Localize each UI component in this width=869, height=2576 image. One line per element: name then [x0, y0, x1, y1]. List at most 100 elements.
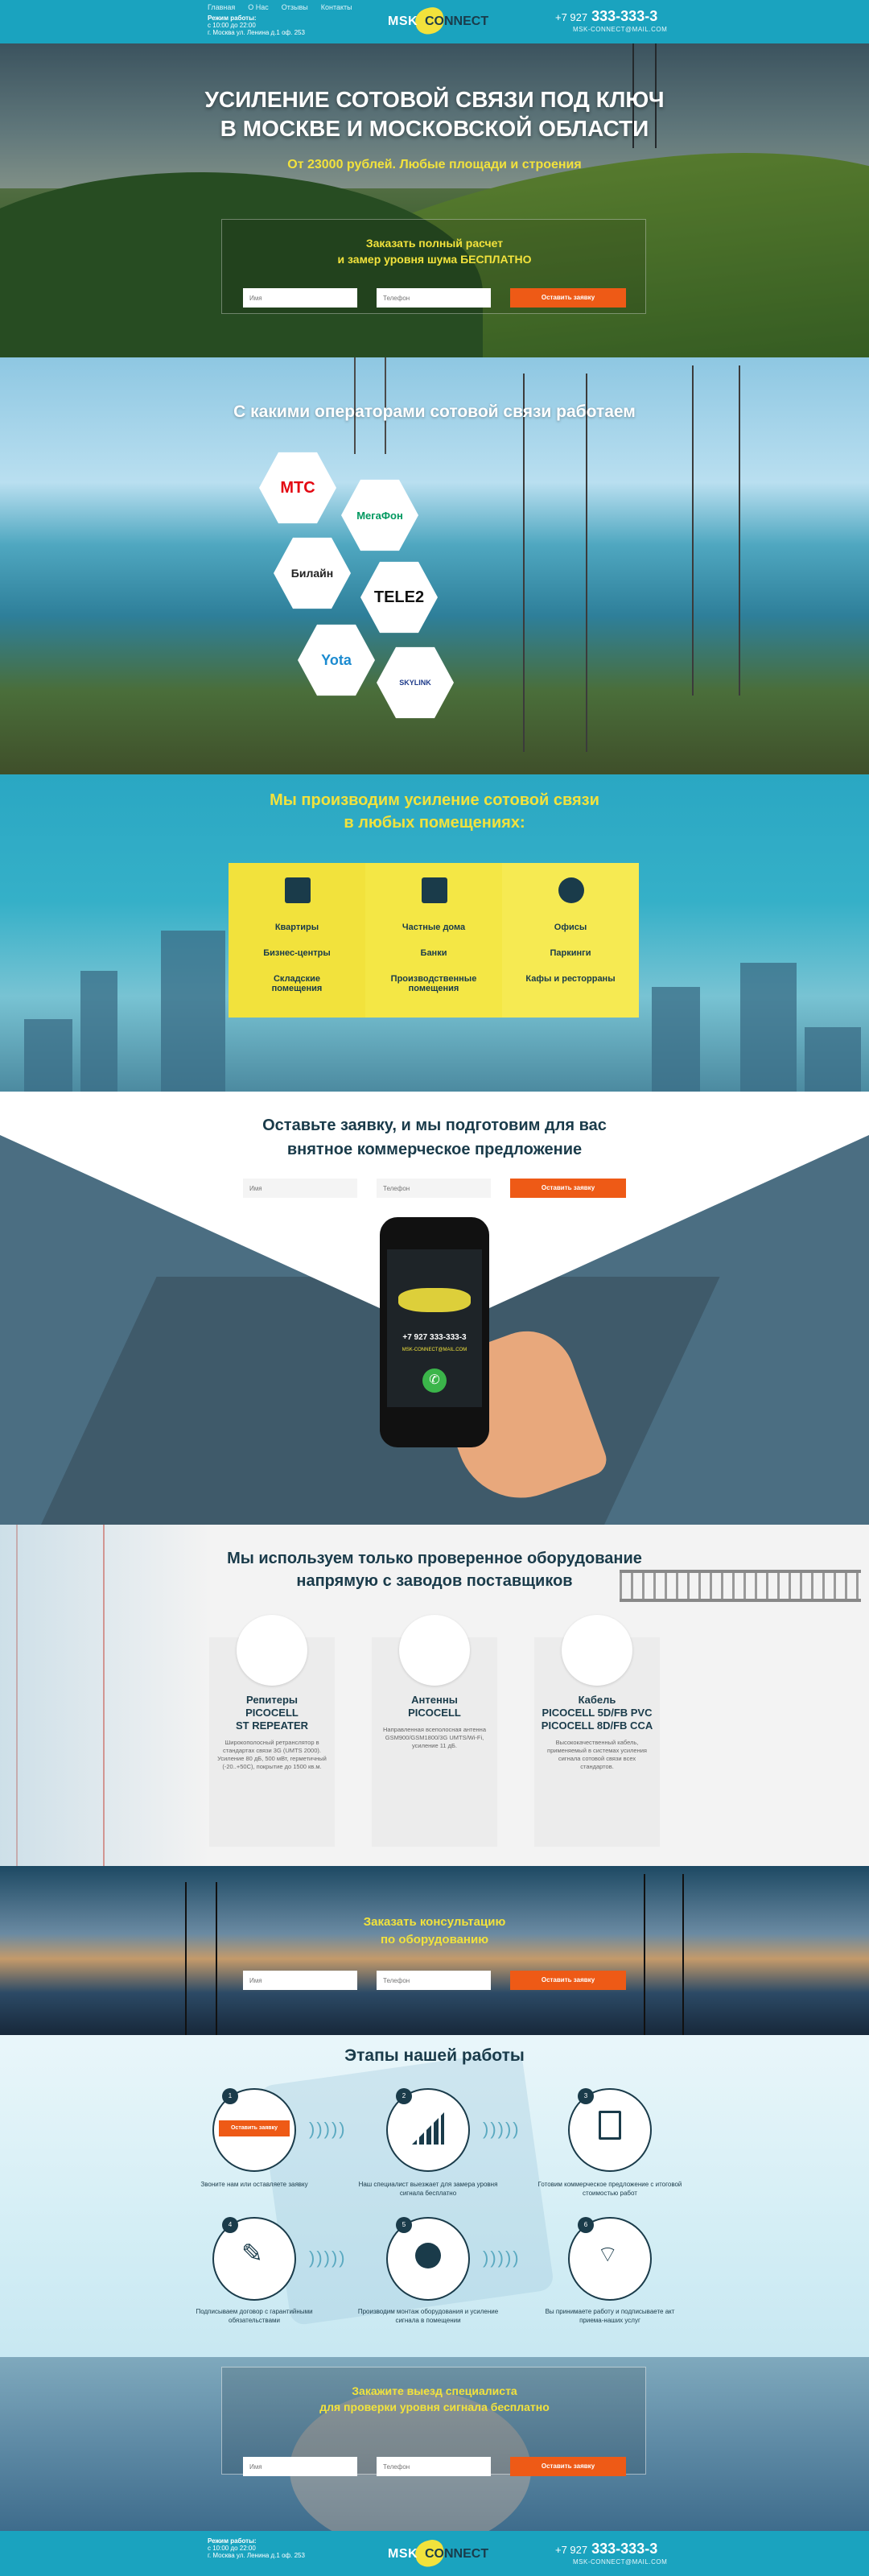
premises-title-line1: Мы производим усиление сотовой связи: [270, 791, 599, 809]
hero-name-input[interactable]: [243, 288, 357, 308]
stage-text: Звоните нам или оставляете заявку: [200, 2181, 308, 2188]
tower-icon: [644, 1874, 684, 2035]
bottom-phone-input[interactable]: [377, 2457, 491, 2476]
phone-number: 333-333-3: [591, 8, 658, 24]
footer-phone[interactable]: +7 927 333-333-3: [555, 2541, 657, 2557]
consult-line2: по оборудованию: [380, 1933, 489, 1946]
consult-name-input[interactable]: [243, 1971, 357, 1990]
car-parking-icon: [558, 877, 584, 903]
premises-card-3: Офисы Паркинги Кафы и ресторраны: [502, 863, 639, 1018]
stage-number: 5: [396, 2217, 412, 2233]
stage-number: 6: [578, 2217, 594, 2233]
equipment-description: Широкополосный ретранслятор в стандартах…: [217, 1739, 327, 1770]
stage-text: Вы принимаете работу и подписываете акт …: [545, 2308, 675, 2324]
equipment-name: ST REPEATER: [235, 1719, 309, 1732]
equipment-name: Репитеры: [245, 1694, 299, 1706]
hero-title-line2: В МОСКВЕ И МОСКОВСКОЙ ОБЛАСТИ: [220, 116, 649, 141]
header: Главная О Нас Отзывы Контакты Режим рабо…: [0, 0, 869, 43]
stage-number: 2: [396, 2088, 412, 2104]
hero-phone-input[interactable]: [377, 288, 491, 308]
equipment-name: Кабель: [578, 1694, 616, 1706]
premises-item: Бизнес-центры: [263, 948, 331, 958]
offer-name-input[interactable]: [243, 1179, 357, 1198]
building-shape: [740, 963, 797, 1092]
consult-submit-button[interactable]: Оставить заявку: [510, 1971, 626, 1990]
footer: Режим работы: с 10:00 до 22:00 г. Москва…: [0, 2531, 869, 2576]
house-icon: [422, 877, 447, 903]
equipment-title-line2: напрямую с заводов поставщиков: [296, 1572, 573, 1590]
nav-item-contacts[interactable]: Контакты: [321, 3, 352, 11]
consult-section: [0, 1866, 869, 2035]
stage-text: Подписываем договор с гарантийными обяза…: [196, 2308, 313, 2324]
building-shape: [80, 971, 117, 1092]
equipment-card-repeater: Репитеры PICOCELL ST REPEATER Широкополо…: [209, 1615, 335, 1847]
equipment-name: PICOCELL: [245, 1707, 299, 1719]
premises-item: Офисы: [554, 923, 587, 932]
hours-value: с 10:00 до 22:00: [208, 22, 256, 29]
header-phone[interactable]: +7 927 333-333-3: [555, 8, 657, 25]
screen-email: MSK-CONNECT@MAIL.COM: [402, 1348, 467, 1352]
signal-waves-icon: ))))): [309, 2248, 347, 2268]
hero-form-line2: и замер уровня шума БЕСПЛАТНО: [337, 253, 532, 266]
equipment-title-line1: Мы используем только проверенное оборудо…: [227, 1550, 642, 1567]
call-icon[interactable]: ✆: [422, 1368, 447, 1393]
premises-card-1: Квартиры Бизнес-центры Складские помещен…: [229, 863, 365, 1018]
equipment-name: PICOCELL 5D/FB PVC: [542, 1707, 653, 1719]
working-hours: Режим работы: с 10:00 до 22:00 г. Москва…: [208, 14, 305, 36]
premises-item: Банки: [420, 948, 447, 958]
offer-phone-input[interactable]: [377, 1179, 491, 1198]
building-shape: [24, 1019, 72, 1092]
premises-title-line2: в любых помещениях:: [344, 814, 525, 832]
nav-item-about[interactable]: О Нас: [248, 3, 269, 11]
hours-label: Режим работы:: [208, 14, 257, 22]
phone-prefix: +7 927: [555, 2544, 588, 2556]
tower-icon: [523, 374, 587, 752]
screen-phone-number: +7 927 333-333-3: [402, 1333, 467, 1342]
footer-email[interactable]: MSK-CONNECT@MAIL.COM: [573, 2558, 667, 2566]
pencil-icon: ✎: [241, 2239, 263, 2268]
header-email[interactable]: MSK-CONNECT@MAIL.COM: [573, 26, 667, 33]
offer-submit-button[interactable]: Оставить заявку: [510, 1179, 626, 1198]
premises-item: Складские помещения: [271, 974, 323, 993]
operator-label: МегаФон: [356, 509, 403, 522]
equipment-card-cable: Кабель PICOCELL 5D/FB PVC PICOCELL 8D/FB…: [534, 1615, 660, 1847]
cable-icon: [562, 1615, 632, 1686]
nav-item-reviews[interactable]: Отзывы: [282, 3, 308, 11]
equipment-name: Антенны: [411, 1694, 458, 1706]
offer-title-line1: Оставьте заявку, и мы подготовим для вас: [262, 1117, 607, 1134]
operator-label: TELE2: [373, 588, 425, 606]
logo[interactable]: MSK CONNECT: [388, 4, 488, 38]
logo-text-b: CONNECT: [425, 2547, 489, 2561]
repeater-icon: [237, 1615, 307, 1686]
operator-label: МТС: [280, 478, 315, 497]
building-shape: [805, 1027, 861, 1092]
stage-number: 3: [578, 2088, 594, 2104]
premises-item: Квартиры: [274, 923, 319, 932]
offer-title-line2: внятное коммерческое предложение: [286, 1141, 583, 1158]
wifi-icon: ⌔: [597, 2242, 619, 2267]
phone-prefix: +7 927: [555, 11, 588, 23]
footer-logo[interactable]: MSK CONNECT: [388, 2537, 488, 2570]
hours-value: с 10:00 до 22:00: [208, 2545, 256, 2552]
premises-item: Кафы и ресторраны: [525, 974, 616, 984]
hero-submit-button[interactable]: Оставить заявку: [510, 288, 626, 308]
hero-subtitle: От 23000 рублей. Любые площади и строени…: [287, 158, 582, 171]
consult-phone-input[interactable]: [377, 1971, 491, 1990]
logo-text-a: MSK: [388, 14, 418, 28]
operator-label: Yota: [321, 651, 352, 668]
address: г. Москва ул. Ленина д.1 оф. 253: [208, 2552, 305, 2559]
bottom-name-input[interactable]: [243, 2457, 357, 2476]
building-shape: [161, 931, 225, 1092]
operator-label: SKYLINK: [399, 679, 431, 687]
stage-1-button[interactable]: Оставить заявку: [219, 2120, 290, 2136]
signal-waves-icon: ))))): [309, 2119, 347, 2139]
bottom-form-line2: для проверки уровня сигнала бесплатно: [319, 2401, 550, 2413]
nav-item-home[interactable]: Главная: [208, 3, 235, 11]
bottom-submit-button[interactable]: Оставить заявку: [510, 2457, 626, 2476]
operator-label: Билайн: [290, 567, 334, 580]
screen-logo: [398, 1288, 471, 1312]
apartment-building-icon: [285, 877, 311, 903]
premises-item: Частные дома: [402, 923, 466, 932]
hero-form-line1: Заказать полный расчет: [365, 237, 504, 250]
antenna-icon: [399, 1615, 470, 1686]
